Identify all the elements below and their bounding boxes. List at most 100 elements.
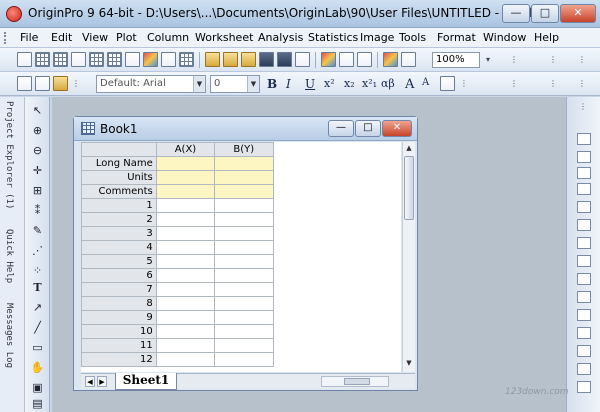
toolbar-overflow-icon[interactable]: ⋮ <box>549 76 557 92</box>
font-combo[interactable]: Default: Arial ▼ <box>96 75 206 93</box>
align-right-icon[interactable] <box>577 151 591 163</box>
screen-reader-icon[interactable]: ⊞ <box>30 183 45 198</box>
open-template-icon[interactable] <box>223 52 238 67</box>
save-icon[interactable] <box>259 52 274 67</box>
cell[interactable] <box>155 282 216 297</box>
increase-font-button[interactable]: A <box>405 77 414 92</box>
data-selector-icon[interactable]: ⁑ <box>30 203 45 218</box>
long-name-cell-b[interactable] <box>214 156 274 171</box>
column-b-header[interactable]: B(Y) <box>214 142 274 157</box>
row-number[interactable]: 9 <box>81 310 157 325</box>
new-workbook-icon[interactable] <box>35 52 50 67</box>
new-3d-icon[interactable] <box>161 52 176 67</box>
menu-image[interactable]: Image <box>360 31 394 44</box>
new-excel-icon[interactable] <box>53 52 68 67</box>
cell[interactable] <box>155 254 216 269</box>
menu-edit[interactable]: Edit <box>51 31 72 44</box>
zoom-out-icon[interactable]: ⊖ <box>30 143 45 158</box>
line-tool-icon[interactable]: ╱ <box>30 320 45 335</box>
toolbar-overflow-icon[interactable]: ⋮ <box>578 76 586 92</box>
maximize-button[interactable]: □ <box>531 4 559 23</box>
units-label[interactable]: Units <box>81 170 157 185</box>
close-button[interactable]: ✕ <box>560 4 596 23</box>
vertical-scroll-thumb[interactable] <box>404 156 414 220</box>
open-excel-icon[interactable] <box>241 52 256 67</box>
scroll-down-icon[interactable]: ▼ <box>404 358 414 369</box>
cell[interactable] <box>214 268 274 283</box>
cell[interactable] <box>214 226 274 241</box>
book1-window[interactable]: Book1 — □ ✕ A(X) B(Y) Long Name Units Co… <box>73 116 418 391</box>
cell[interactable] <box>155 338 216 353</box>
decrease-font-button[interactable]: A <box>422 77 429 88</box>
sheet1-tab[interactable]: Sheet1 <box>115 373 177 390</box>
comments-cell-a[interactable] <box>155 184 216 199</box>
backward-icon[interactable] <box>577 291 591 303</box>
cell[interactable] <box>155 240 216 255</box>
subscript-button[interactable]: x₂ <box>344 77 355 90</box>
cell[interactable] <box>155 352 216 367</box>
underline-button[interactable]: U <box>305 77 315 91</box>
toolbar-overflow-icon[interactable]: ⋮ <box>579 99 587 115</box>
layer-icon[interactable]: ▤ <box>30 396 45 411</box>
new-matrix-icon[interactable] <box>89 52 104 67</box>
minimize-button[interactable]: — <box>502 4 530 23</box>
cell[interactable] <box>214 240 274 255</box>
magnifier-icon[interactable] <box>35 76 50 91</box>
data-reader-icon[interactable]: ✛ <box>30 163 45 178</box>
row-number[interactable]: 8 <box>81 296 157 311</box>
toolbar-overflow-icon[interactable]: ⋮ <box>510 76 518 92</box>
supersub-button[interactable]: x²₁ <box>362 77 377 90</box>
cell[interactable] <box>214 324 274 339</box>
cell[interactable] <box>214 310 274 325</box>
superscript-button[interactable]: x² <box>324 77 335 90</box>
clipboard-icon[interactable] <box>53 76 68 91</box>
row-number[interactable]: 10 <box>81 324 157 339</box>
column-layout-icon[interactable] <box>577 345 591 357</box>
long-name-label[interactable]: Long Name <box>81 156 157 171</box>
align-left-icon[interactable] <box>577 133 591 145</box>
cell[interactable] <box>155 212 216 227</box>
menu-analysis[interactable]: Analysis <box>258 31 303 44</box>
toolbar-overflow-icon[interactable]: ⋮ <box>549 52 557 68</box>
corner-cell[interactable] <box>81 142 157 157</box>
cell[interactable] <box>214 352 274 367</box>
table-icon[interactable] <box>577 381 591 393</box>
cell[interactable] <box>155 226 216 241</box>
zoom-dropdown-icon[interactable]: ▾ <box>484 52 492 68</box>
toolbar-overflow-icon[interactable]: ⋮ <box>72 76 80 92</box>
align-top-icon[interactable] <box>577 167 591 179</box>
units-cell-b[interactable] <box>214 170 274 185</box>
menu-format[interactable]: Format <box>437 31 476 44</box>
book-close-button[interactable]: ✕ <box>382 120 412 137</box>
row-number[interactable]: 4 <box>81 240 157 255</box>
row-number[interactable]: 3 <box>81 226 157 241</box>
toolbar-overflow-icon[interactable]: ⋮ <box>510 52 518 68</box>
group-icon[interactable] <box>577 309 591 321</box>
ungroup-icon[interactable] <box>577 327 591 339</box>
left-align-icon[interactable] <box>440 76 455 91</box>
align-bottom-icon[interactable] <box>577 183 591 195</box>
font-size-dropdown-icon[interactable]: ▼ <box>247 76 259 92</box>
prev-sheet-icon[interactable]: ◀ <box>85 376 95 387</box>
comments-label[interactable]: Comments <box>81 184 157 199</box>
arrow-tool-icon[interactable]: ↗ <box>30 300 45 315</box>
project-explorer-tab[interactable]: Project Explorer (1) <box>4 101 14 209</box>
font-dropdown-icon[interactable]: ▼ <box>193 76 205 92</box>
draw-data-icon[interactable]: ✎ <box>30 223 45 238</box>
text-tool-icon[interactable]: T <box>30 280 45 295</box>
save-template-icon[interactable] <box>277 52 292 67</box>
menu-view[interactable]: View <box>82 31 108 44</box>
worksheet-grid[interactable]: A(X) B(Y) Long Name Units Comments 1 2 3… <box>81 142 401 372</box>
menu-help[interactable]: Help <box>534 31 559 44</box>
new-notes-icon[interactable] <box>143 52 158 67</box>
scroll-up-icon[interactable]: ▲ <box>404 143 414 154</box>
menu-grip-icon[interactable] <box>4 32 8 44</box>
row-number[interactable]: 1 <box>81 198 157 213</box>
origin-app-icon[interactable] <box>6 6 22 22</box>
row-number[interactable]: 7 <box>81 282 157 297</box>
horizontal-scroll-thumb[interactable] <box>344 378 370 385</box>
new-project-icon[interactable] <box>17 52 32 67</box>
import-ascii-icon[interactable] <box>339 52 354 67</box>
cell[interactable] <box>155 296 216 311</box>
rectangle-tool-icon[interactable]: ▭ <box>30 340 45 355</box>
